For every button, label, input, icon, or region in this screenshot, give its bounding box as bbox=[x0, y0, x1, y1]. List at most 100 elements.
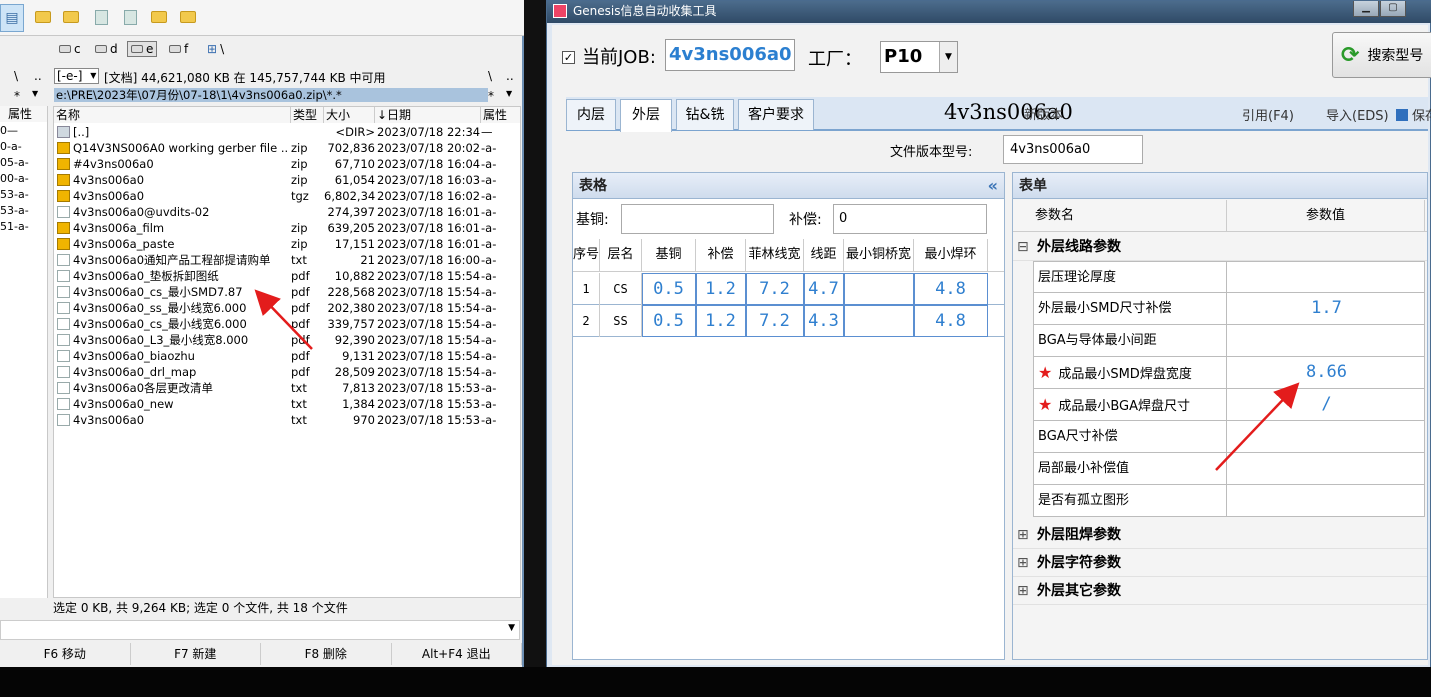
param-value-input[interactable] bbox=[1228, 421, 1425, 452]
table-row[interactable]: 4v3ns006a0_L3_最小线宽8.000 pdf 92,390 2023/07/… bbox=[54, 332, 520, 348]
attr-column-header[interactable]: 属性 bbox=[481, 107, 520, 123]
grid-cell[interactable]: 1.2 bbox=[696, 273, 746, 305]
name-column-header[interactable]: 名称 bbox=[54, 107, 291, 123]
grid-cell[interactable]: 4.8 bbox=[914, 305, 988, 337]
type-column-header[interactable]: 类型 bbox=[291, 107, 324, 123]
folder-button-1[interactable] bbox=[34, 8, 52, 26]
list-item[interactable]: 53-a- bbox=[0, 203, 47, 219]
grid-cell[interactable]: 4.3 bbox=[804, 305, 844, 337]
table-row[interactable]: Q14V3NS006A0 working gerber file .. zip 70… bbox=[54, 140, 520, 156]
table-row[interactable]: 4v3ns006a0_垫板拆卸图纸 pdf 10,882 2023/07/18 15:… bbox=[54, 268, 520, 284]
param-value-input[interactable] bbox=[1228, 485, 1425, 516]
grid-column-header[interactable]: 序号 bbox=[573, 239, 600, 271]
chevron-down-icon[interactable]: ▼ bbox=[508, 623, 515, 633]
network-drive-button[interactable]: ⊞ \ bbox=[204, 41, 227, 57]
drive-e-button[interactable]: e bbox=[127, 41, 158, 57]
f7-new-folder-button[interactable]: F7 新建 bbox=[131, 643, 261, 665]
cite-button[interactable]: 引用(F4) bbox=[1242, 105, 1294, 124]
grid-cell[interactable]: 4.8 bbox=[914, 273, 988, 305]
grid-cell[interactable]: 1.2 bbox=[696, 305, 746, 337]
left-root-button[interactable]: \ bbox=[14, 69, 18, 83]
current-path[interactable]: e:\PRE\2023年\07月份\07-18\1\4v3ns006a0.zip… bbox=[54, 88, 488, 102]
left-filter[interactable]: * bbox=[14, 89, 20, 103]
grid-column-header[interactable]: 补偿 bbox=[696, 239, 746, 271]
right-up-button[interactable]: .. bbox=[506, 69, 514, 83]
grid-column-header[interactable]: 基铜 bbox=[642, 239, 696, 271]
notes-button-2[interactable] bbox=[121, 8, 139, 26]
tab-inner-layer[interactable]: 内层 bbox=[566, 99, 616, 130]
table-row[interactable]: 1 CS 0.5 1.2 7.2 4.7 4.8 bbox=[573, 273, 1004, 305]
alt-f4-exit-button[interactable]: Alt+F4 退出 bbox=[392, 643, 522, 665]
param-value-input[interactable] bbox=[1228, 453, 1425, 484]
list-item[interactable]: 0-a- bbox=[0, 139, 47, 155]
section-outer-circuit[interactable]: ⊟ 外层线路参数 bbox=[1013, 233, 1427, 261]
maximize-button[interactable]: ▢ bbox=[1380, 1, 1406, 17]
factory-select[interactable]: P10 ▼ bbox=[880, 41, 958, 73]
grid-cell[interactable]: 1 bbox=[573, 273, 600, 305]
expand-plus-icon[interactable]: ⊞ bbox=[1017, 577, 1029, 605]
folder-button-2[interactable] bbox=[62, 8, 80, 26]
table-row[interactable]: 4v3ns006a0_ss_最小线宽6.000 pdf 202,380 2023/07… bbox=[54, 300, 520, 316]
drive-select[interactable]: [-e-] ▼ bbox=[54, 68, 100, 84]
drive-d-button[interactable]: d bbox=[92, 41, 121, 57]
notes-button-1[interactable] bbox=[92, 8, 110, 26]
list-item[interactable]: 51-a- bbox=[0, 219, 47, 235]
grid-column-header[interactable]: 层名 bbox=[600, 239, 642, 271]
param-value-input[interactable] bbox=[1228, 325, 1425, 356]
collapse-icon[interactable]: « bbox=[988, 173, 998, 199]
section-collapsed[interactable]: ⊞ 外层字符参数 bbox=[1013, 549, 1427, 577]
table-row[interactable]: 4v3ns006a0 tgz 6,802,3442023/07/18 16:02-a… bbox=[54, 188, 520, 204]
grid-cell[interactable] bbox=[844, 305, 914, 337]
grid-cell[interactable]: 0.5 bbox=[642, 305, 696, 337]
job-input[interactable]: 4v3ns006a0 bbox=[665, 39, 795, 71]
table-row[interactable]: [..] <DIR> 2023/07/18 22:34— bbox=[54, 124, 520, 140]
section-collapsed[interactable]: ⊞ 外层其它参数 bbox=[1013, 577, 1427, 605]
grid-column-header[interactable]: 最小焊环 bbox=[914, 239, 988, 271]
param-value-input[interactable]: / bbox=[1228, 389, 1425, 420]
tab-outer-layer[interactable]: 外层 bbox=[620, 99, 672, 132]
table-row[interactable]: 4v3ns006a0 zip 61,054 2023/07/18 16:03 -a- bbox=[54, 172, 520, 188]
param-value-input[interactable] bbox=[1228, 262, 1425, 293]
table-row[interactable]: 4v3ns006a0 txt 970 2023/07/18 15:53 -a- bbox=[54, 412, 520, 428]
view-mode-button[interactable]: ▤ bbox=[0, 4, 24, 32]
folder-button-4[interactable] bbox=[179, 8, 197, 26]
grid-cell[interactable]: 7.2 bbox=[746, 305, 804, 337]
minimize-button[interactable]: ▁ bbox=[1353, 1, 1379, 17]
table-row[interactable]: 2 SS 0.5 1.2 7.2 4.3 4.8 bbox=[573, 305, 1004, 337]
list-item[interactable]: 53-a- bbox=[0, 187, 47, 203]
grid-cell[interactable]: 7.2 bbox=[746, 273, 804, 305]
grid-cell[interactable]: SS bbox=[600, 305, 642, 337]
table-row[interactable]: 4v3ns006a0@uvdits-02 274,397 2023/07/18 16… bbox=[54, 204, 520, 220]
command-line-input[interactable]: ▼ bbox=[0, 620, 520, 640]
search-model-button[interactable]: ⟳ 搜索型号 bbox=[1332, 32, 1431, 78]
job-checkbox[interactable]: ✓ bbox=[562, 51, 575, 64]
file-version-input[interactable]: 4v3ns006a0 bbox=[1003, 135, 1143, 164]
grid-cell[interactable] bbox=[844, 273, 914, 305]
table-row[interactable]: 4v3ns006a_paste zip 17,151 2023/07/18 16:01… bbox=[54, 236, 520, 252]
table-row[interactable]: 4v3ns006a0_new txt 1,384 2023/07/18 15:53 -a… bbox=[54, 396, 520, 412]
collapse-minus-icon[interactable]: ⊟ bbox=[1017, 233, 1029, 261]
size-column-header[interactable]: 大小 bbox=[324, 107, 375, 123]
base-copper-input[interactable] bbox=[621, 204, 774, 234]
grid-cell[interactable]: 2 bbox=[573, 305, 600, 337]
list-item[interactable]: 00-a- bbox=[0, 171, 47, 187]
table-row[interactable]: 4v3ns006a0_cs_最小SMD7.87 pdf 228,568 2023/07… bbox=[54, 284, 520, 300]
drive-c-button[interactable]: c bbox=[56, 41, 84, 57]
new-version-button[interactable]: 新版本 bbox=[1024, 104, 1063, 123]
tab-drill-mill[interactable]: 钻&铣 bbox=[676, 99, 734, 130]
table-row[interactable]: 4v3ns006a_film zip 639,205 2023/07/18 16:01… bbox=[54, 220, 520, 236]
date-column-header[interactable]: ↓日期 bbox=[375, 107, 481, 123]
right-filter[interactable]: * bbox=[488, 89, 494, 103]
table-row[interactable]: 4v3ns006a0通知产品工程部提请购单 txt 21 2023/07/18 16:… bbox=[54, 252, 520, 268]
f8-delete-button[interactable]: F8 删除 bbox=[261, 643, 392, 665]
list-item[interactable]: 05-a- bbox=[0, 155, 47, 171]
compensation-input[interactable]: 0 bbox=[833, 204, 987, 234]
list-item[interactable]: 0— bbox=[0, 123, 47, 139]
chevron-down-icon[interactable]: ▼ bbox=[32, 89, 38, 98]
grid-cell[interactable]: 0.5 bbox=[642, 273, 696, 305]
expand-plus-icon[interactable]: ⊞ bbox=[1017, 521, 1029, 549]
chevron-down-icon[interactable]: ▼ bbox=[506, 89, 512, 98]
table-row[interactable]: 4v3ns006a0各层更改清单 txt 7,813 2023/07/18 15:53… bbox=[54, 380, 520, 396]
grid-cell[interactable]: 4.7 bbox=[804, 273, 844, 305]
section-collapsed[interactable]: ⊞ 外层阻焊参数 bbox=[1013, 521, 1427, 549]
